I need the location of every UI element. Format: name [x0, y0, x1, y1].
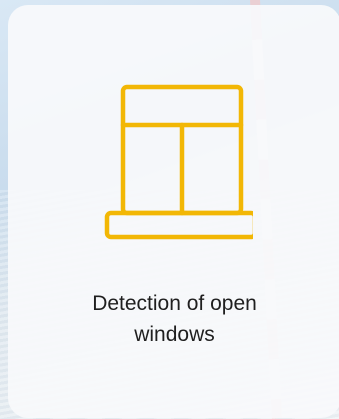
feature-caption: Detection of open windows — [8, 288, 339, 350]
feature-card[interactable]: Detection of open windows — [8, 5, 339, 418]
caption-line-1: Detection of open — [92, 292, 257, 315]
caption-line-2: windows — [134, 323, 215, 346]
window-icon — [104, 84, 253, 240]
